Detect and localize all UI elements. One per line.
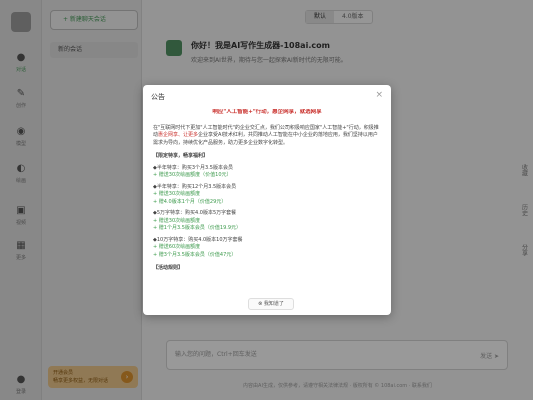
offer-bonus-line: + 赠3个月3.5版本会员（价值47元） — [153, 251, 237, 258]
offer-title: ◆5万字特享：购买4.0版本5万字套餐 — [153, 210, 237, 216]
offer-bonus-line: + 赠4.0版本1个月（价值29元） — [153, 198, 227, 205]
modal-body: 响应"人工智能+"行动，惠企网享，就选网享 在"互联网时代下更加"人工智能时代"… — [153, 109, 381, 289]
offer-bonus-line: + 赠送60次绘画额度 — [153, 244, 201, 250]
close-icon[interactable]: × — [375, 90, 383, 100]
rules-section-title: 【活动规则】 — [153, 265, 184, 271]
offer-bonus-line: + 赠送30次绘画额度 — [153, 217, 201, 224]
intro-highlight: 惠企网享、让更多 — [158, 132, 199, 138]
announcement-headline: 响应"人工智能+"行动，惠企网享，就选网享 — [212, 109, 322, 115]
offer-title: ◆半年特享：购买3个月3.5版本会员 — [153, 164, 233, 171]
offer-item: ◆10万字特享：购买4.0版本10万字套餐 + 赠送60次绘画额度 + 赠3个月3.… — [153, 237, 381, 260]
offer-title: ◆半年特享：购买12个月3.5版本会员 — [153, 183, 237, 190]
offer-bonus-line: + 赠1个月3.5版本会员（价值19.9元） — [153, 225, 242, 231]
offer-item: ◆半年特享：购买3个月3.5版本会员 + 赠送30次绘画额度（价值10元） — [153, 165, 381, 180]
offer-item: ◆半年特享：购买12个月3.5版本会员 + 赠送30次绘画额度 + 赠4.0版本1个… — [153, 184, 381, 207]
acknowledge-button[interactable]: ⊗ 我知道了 — [248, 298, 294, 310]
announcement-intro: 在"互联网时代下更加"人工智能时代"的企业交汇点，我们公司积极响应国家"人工智能… — [153, 125, 381, 148]
offers-list: ◆半年特享：购买3个月3.5版本会员 + 赠送30次绘画额度（价值10元） ◆半年特… — [153, 165, 381, 260]
offer-bonus-line: + 赠送30次绘画额度 — [153, 191, 201, 197]
offer-bonus-line: + 赠送30次绘画额度（价值10元） — [153, 172, 232, 178]
offer-item: ◆5万字特享：购买4.0版本5万字套餐 + 赠送30次绘画额度 + 赠1个月3.5版… — [153, 210, 381, 233]
offers-section-title: 【限定特享，畅享福利】 — [153, 153, 209, 159]
announcement-modal: 公告 × 响应"人工智能+"行动，惠企网享，就选网享 在"互联网时代下更加"人工… — [143, 85, 391, 315]
offer-title: ◆10万字特享：购买4.0版本10万字套餐 — [153, 236, 243, 243]
modal-title: 公告 — [151, 93, 165, 101]
